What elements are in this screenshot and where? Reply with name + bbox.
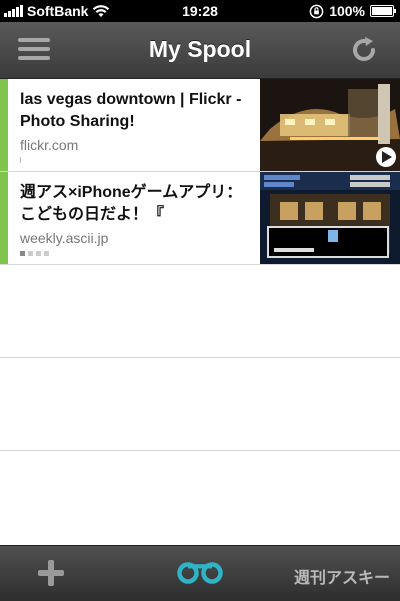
spool-button[interactable] [177,562,223,584]
item-title: las vegas downtown | Flickr - Photo Shar… [20,91,242,130]
unread-indicator [0,172,8,264]
page-indicator [20,157,21,163]
publisher-watermark: 週刊アスキー [293,570,390,587]
empty-list-row [0,358,400,451]
bottom-toolbar: 週刊アスキー [0,545,400,601]
item-domain: weekly.ascii.jp [20,230,109,246]
item-domain: flickr.com [20,137,79,153]
unread-indicator [0,79,8,171]
spool-list: las vegas downtown | Flickr - Photo Shar… [0,79,400,451]
status-right: 100% [309,3,396,19]
item-title: 週アス×iPhoneゲームアプリ：こどもの日だよ！『 [20,184,243,223]
empty-list-row [0,265,400,358]
item-thumbnail [260,172,400,264]
add-button[interactable] [38,560,64,586]
status-bar: SoftBank 19:28 100% [0,0,400,22]
list-item[interactable]: las vegas downtown | Flickr - Photo Shar… [0,79,400,172]
refresh-icon [353,37,375,61]
list-item[interactable]: 週アス×iPhoneゲームアプリ：こどもの日だよ！『 weekly.ascii.… [0,172,400,265]
battery-percent: 100% [329,3,365,19]
thumbnail-image [260,172,400,264]
battery-icon [370,5,396,17]
thumbnail-image [260,79,400,171]
spool-icon [177,562,223,584]
page-indicator [20,251,49,256]
refresh-button[interactable] [348,34,380,66]
rotation-lock-icon [309,4,324,18]
nav-bar: My Spool [0,22,400,79]
page-title: My Spool [148,36,252,62]
item-thumbnail [260,79,400,171]
